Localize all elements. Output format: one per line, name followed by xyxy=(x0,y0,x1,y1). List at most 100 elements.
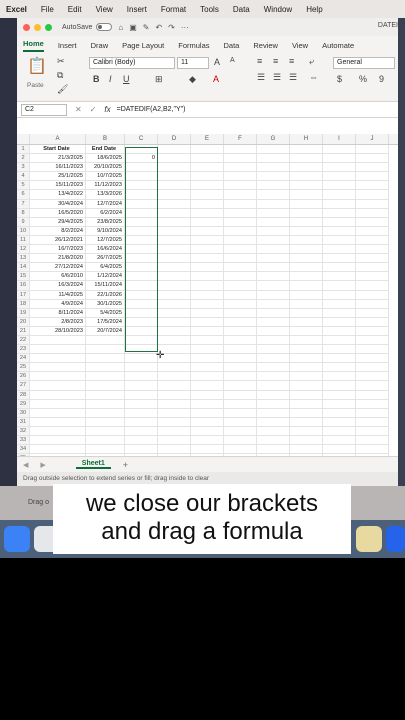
cell[interactable] xyxy=(158,208,191,218)
cell-end-date[interactable]: 6/2/2024 xyxy=(86,208,125,218)
cell-end-date[interactable]: 18/6/2025 xyxy=(86,154,125,164)
cell[interactable] xyxy=(323,245,356,255)
cell[interactable] xyxy=(323,281,356,291)
cell[interactable] xyxy=(356,245,389,255)
cell[interactable] xyxy=(125,408,158,418)
prev-sheet-icon[interactable]: ◀ xyxy=(23,461,28,469)
currency-icon[interactable]: $ xyxy=(337,74,342,84)
cell[interactable] xyxy=(158,172,191,182)
menu-format[interactable]: Format xyxy=(161,5,186,14)
cell-result[interactable] xyxy=(125,199,158,209)
cell-result[interactable] xyxy=(125,317,158,327)
cell[interactable] xyxy=(323,163,356,173)
cell[interactable] xyxy=(356,154,389,164)
cell[interactable] xyxy=(30,390,86,400)
cell[interactable] xyxy=(356,226,389,236)
cell[interactable] xyxy=(356,363,389,373)
tab-home[interactable]: Home xyxy=(23,39,44,52)
cell[interactable] xyxy=(158,254,191,264)
comma-icon[interactable]: 9 xyxy=(379,74,384,84)
cell-start-date[interactable]: 16/11/2023 xyxy=(30,163,86,173)
cell[interactable] xyxy=(356,290,389,300)
cell[interactable] xyxy=(224,254,257,264)
cell[interactable] xyxy=(191,199,224,209)
cell-result[interactable] xyxy=(125,226,158,236)
cell[interactable] xyxy=(290,299,323,309)
cell[interactable] xyxy=(356,281,389,291)
cell[interactable] xyxy=(323,372,356,382)
cell[interactable] xyxy=(191,381,224,391)
cell[interactable] xyxy=(257,363,290,373)
cell[interactable] xyxy=(257,154,290,164)
cell[interactable] xyxy=(323,436,356,446)
cell[interactable] xyxy=(224,390,257,400)
row-header[interactable]: 10 xyxy=(17,226,30,236)
cell[interactable] xyxy=(356,308,389,318)
cell[interactable] xyxy=(224,436,257,446)
cell[interactable] xyxy=(30,372,86,382)
cell[interactable] xyxy=(257,226,290,236)
tab-data[interactable]: Data xyxy=(224,41,240,52)
cell[interactable] xyxy=(356,399,389,409)
cell[interactable] xyxy=(290,381,323,391)
cell[interactable] xyxy=(356,199,389,209)
cell-result[interactable] xyxy=(125,272,158,282)
col-header-b[interactable]: B xyxy=(86,134,125,144)
cell[interactable] xyxy=(224,299,257,309)
cell[interactable] xyxy=(30,445,86,455)
row-header[interactable]: 19 xyxy=(17,308,30,318)
cell[interactable] xyxy=(158,199,191,209)
cell[interactable] xyxy=(323,190,356,200)
cell[interactable] xyxy=(290,190,323,200)
cell-start-date[interactable]: 13/4/2022 xyxy=(30,190,86,200)
cell[interactable] xyxy=(224,181,257,191)
cell[interactable] xyxy=(323,172,356,182)
align-middle-icon[interactable]: ≡ xyxy=(273,56,278,66)
cell[interactable] xyxy=(323,317,356,327)
col-header-j[interactable]: J xyxy=(356,134,389,144)
cell-start-date[interactable]: 16/5/2020 xyxy=(30,208,86,218)
cell-result[interactable] xyxy=(125,326,158,336)
cell[interactable] xyxy=(356,172,389,182)
cell-end-date[interactable]: 11/12/2023 xyxy=(86,181,125,191)
cell[interactable] xyxy=(158,145,191,155)
cell[interactable] xyxy=(290,281,323,291)
cell[interactable] xyxy=(323,399,356,409)
cell-start-date[interactable]: 21/3/2025 xyxy=(30,154,86,164)
cell[interactable] xyxy=(323,181,356,191)
cell-start-date[interactable]: 28/10/2023 xyxy=(30,326,86,336)
cell[interactable] xyxy=(158,272,191,282)
cell[interactable] xyxy=(257,399,290,409)
cell[interactable] xyxy=(257,172,290,182)
cell[interactable] xyxy=(323,299,356,309)
select-all[interactable] xyxy=(17,134,30,144)
cell[interactable] xyxy=(323,254,356,264)
cell-result[interactable] xyxy=(125,190,158,200)
cell[interactable] xyxy=(323,226,356,236)
sheet-tab[interactable]: Sheet1 xyxy=(75,460,111,469)
underline-icon[interactable]: U xyxy=(123,74,130,84)
cell[interactable] xyxy=(158,163,191,173)
header-end-date[interactable]: End Date xyxy=(86,145,125,155)
row-header[interactable]: 5 xyxy=(17,181,30,191)
cell-start-date[interactable]: 8/2/2024 xyxy=(30,226,86,236)
cell[interactable] xyxy=(323,390,356,400)
cell[interactable] xyxy=(224,154,257,164)
cell[interactable] xyxy=(158,326,191,336)
col-header-f[interactable]: F xyxy=(224,134,257,144)
cell[interactable] xyxy=(191,245,224,255)
cell[interactable] xyxy=(323,235,356,246)
add-sheet-icon[interactable]: + xyxy=(123,460,128,470)
cell[interactable] xyxy=(356,190,389,200)
cell[interactable] xyxy=(290,317,323,327)
cell[interactable] xyxy=(224,208,257,218)
font-size-select[interactable]: 11 xyxy=(177,57,209,69)
cell[interactable] xyxy=(356,145,389,155)
cell[interactable] xyxy=(290,399,323,409)
cell[interactable] xyxy=(224,363,257,373)
cell-end-date[interactable]: 16/6/2024 xyxy=(86,245,125,255)
cell[interactable] xyxy=(158,190,191,200)
cell[interactable] xyxy=(224,281,257,291)
cell[interactable] xyxy=(257,335,290,346)
cell[interactable] xyxy=(191,235,224,246)
